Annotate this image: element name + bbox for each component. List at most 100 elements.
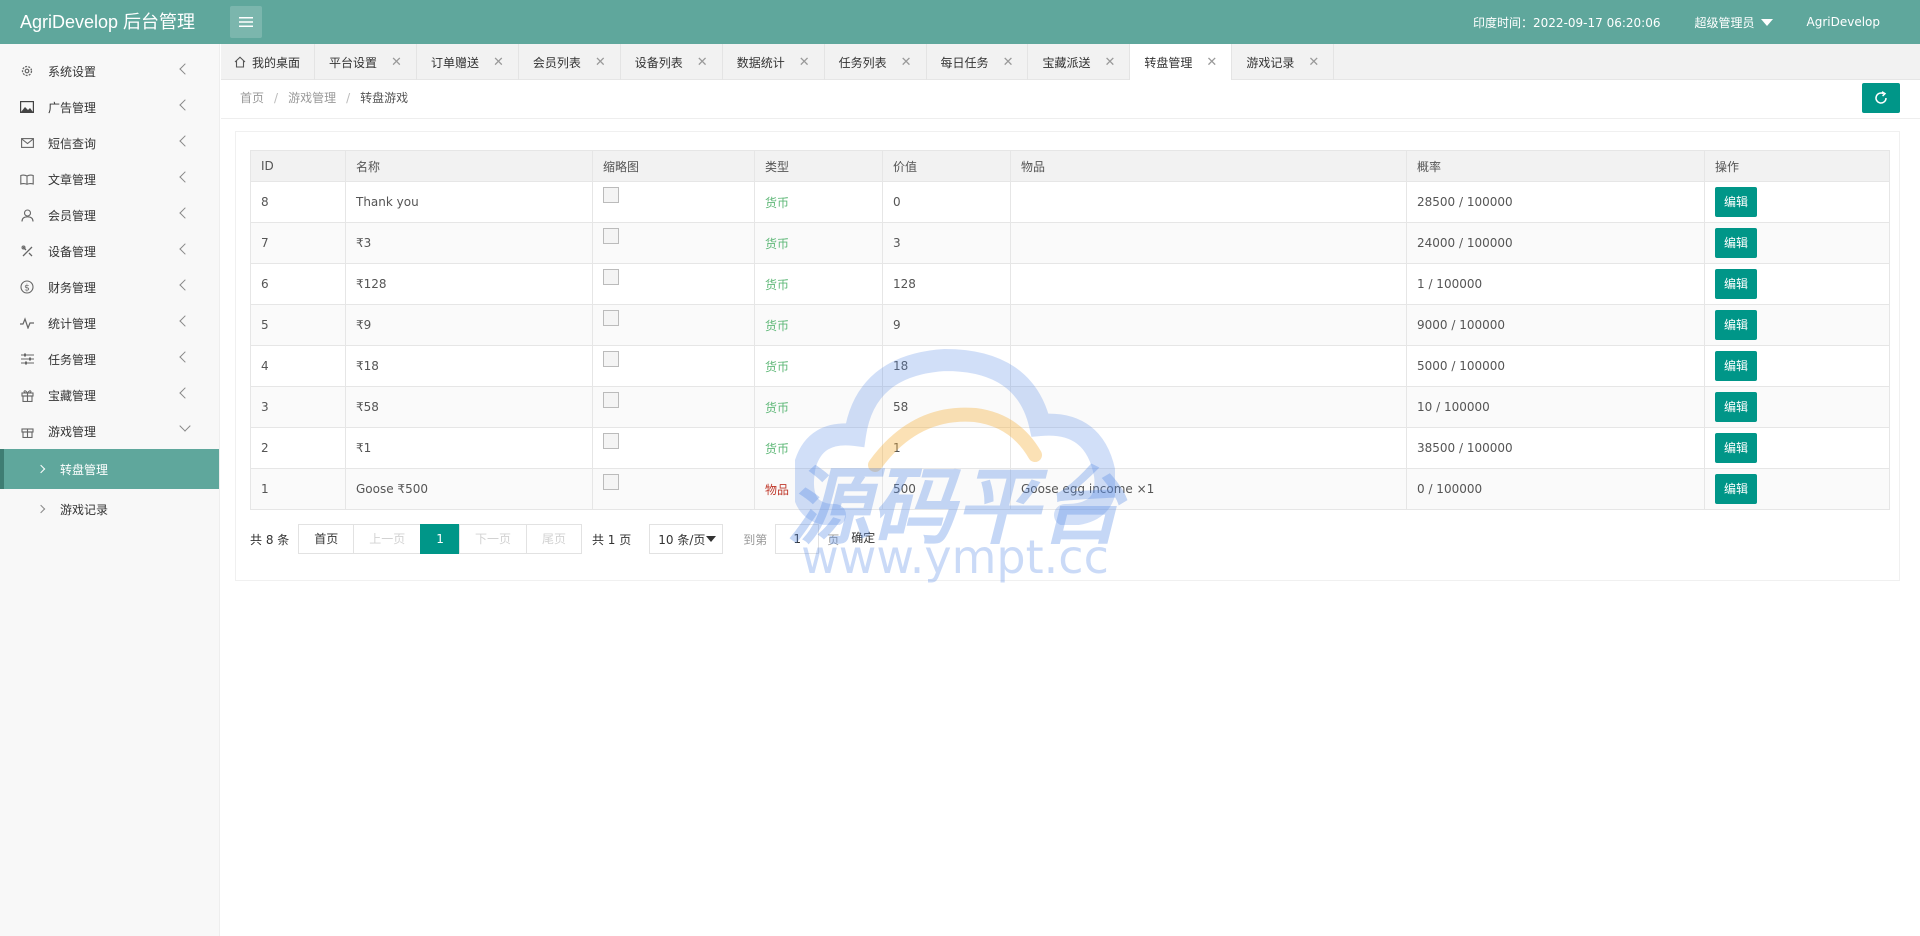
wheel-prize-table: ID 名称 缩略图 类型 价值 物品 概率 操作 8 Thank you 货币 … [250,150,1890,510]
sidebar-item-label: 财务管理 [48,280,97,295]
tab-label: 平台设置 [329,55,378,70]
breadcrumb-separator: / [346,91,351,105]
close-icon[interactable]: ✕ [1104,55,1115,70]
cell-probability: 1 / 100000 [1406,263,1705,305]
sidebar-item-finance[interactable]: $ 财务管理 [0,269,219,305]
site-link[interactable]: AgriDevelop [1807,15,1881,29]
col-probability: 概率 [1406,150,1705,182]
last-page-button[interactable]: 尾页 [525,524,582,554]
sidebar-item-devices[interactable]: 设备管理 [0,233,219,269]
close-icon[interactable]: ✕ [391,55,402,70]
cell-thumb [592,304,755,346]
sidebar-item-members[interactable]: 会员管理 [0,197,219,233]
admin-dropdown[interactable]: 超级管理员 [1694,14,1773,31]
cell-name: ₹128 [345,263,593,305]
sidebar-item-tasks[interactable]: 任务管理 [0,341,219,377]
goto-page-input[interactable]: 1 [775,524,820,554]
breadcrumb-home[interactable]: 首页 [240,91,264,105]
cell-item [1010,427,1407,469]
edit-button[interactable]: 编辑 [1715,474,1758,504]
sidebar-subitem-game-records[interactable]: 游戏记录 [0,489,219,529]
tab-desktop[interactable]: 我的桌面 [221,44,316,80]
top-header: AgriDevelop 后台管理 印度时间：2022-09-17 06:20:0… [0,0,1920,44]
close-icon[interactable]: ✕ [1206,55,1217,70]
cell-type: 货币 [754,222,883,264]
close-icon[interactable]: ✕ [1003,55,1014,70]
refresh-button[interactable] [1862,83,1900,113]
edit-button[interactable]: 编辑 [1715,187,1758,217]
sidebar-subitem-label: 转盘管理 [60,462,109,477]
close-icon[interactable]: ✕ [799,55,810,70]
cell-name: ₹3 [345,222,593,264]
sidebar-item-treasure[interactable]: 宝藏管理 [0,377,219,413]
sidebar-item-system[interactable]: 系统设置 [0,53,219,89]
tab-task-list[interactable]: 任务列表 ✕ [825,44,927,80]
first-page-button[interactable]: 首页 [298,524,355,554]
tab-treasure-dispatch[interactable]: 宝藏派送 ✕ [1028,44,1131,80]
edit-button[interactable]: 编辑 [1715,351,1758,381]
cell-value: 0 [882,181,1011,223]
sidebar-item-label: 游戏管理 [48,424,97,439]
edit-button[interactable]: 编辑 [1715,269,1758,299]
edit-button[interactable]: 编辑 [1715,392,1758,422]
sidebar-item-games[interactable]: 游戏管理 [0,413,219,449]
close-icon[interactable]: ✕ [1308,55,1319,70]
sidebar-item-articles[interactable]: 文章管理 [0,161,219,197]
cell-id: 5 [250,304,346,346]
next-page-button[interactable]: 下一页 [458,524,527,554]
book-icon [20,172,34,186]
page-size-select[interactable]: 10 条/页 [649,524,724,554]
close-icon[interactable]: ✕ [595,55,606,70]
tab-label: 任务列表 [838,55,887,70]
menu-toggle-button[interactable] [230,6,262,38]
edit-button[interactable]: 编辑 [1715,433,1758,463]
sidebar-item-ads[interactable]: 广告管理 [0,89,219,125]
close-icon[interactable]: ✕ [697,55,708,70]
col-id: ID [250,150,346,182]
tab-order-gift[interactable]: 订单赠送 ✕ [417,44,519,80]
sidebar-item-sms[interactable]: 短信查询 [0,125,219,161]
breadcrumb-section[interactable]: 游戏管理 [288,91,336,105]
tools-icon [20,244,34,258]
cell-id: 2 [250,427,346,469]
chevron-right-icon [36,504,46,514]
table-row: 8 Thank you 货币 0 28500 / 100000 编辑 [250,181,1890,223]
edit-button[interactable]: 编辑 [1715,310,1758,340]
col-actions: 操作 [1704,150,1890,182]
cell-actions: 编辑 [1704,386,1890,428]
current-page-button[interactable]: 1 [420,524,460,554]
dollar-icon: $ [20,280,34,294]
sidebar-item-stats[interactable]: 统计管理 [0,305,219,341]
tab-data-stats[interactable]: 数据统计 ✕ [723,44,825,80]
cell-actions: 编辑 [1704,345,1890,387]
cell-id: 4 [250,345,346,387]
broken-image-icon [603,187,619,203]
cell-name: ₹1 [345,427,593,469]
tab-member-list[interactable]: 会员列表 ✕ [519,44,621,80]
cell-actions: 编辑 [1704,222,1890,264]
edit-button[interactable]: 编辑 [1715,228,1758,258]
cell-item [1010,263,1407,305]
chevron-left-icon [179,99,191,111]
col-type: 类型 [754,150,883,182]
cell-probability: 28500 / 100000 [1406,181,1705,223]
close-icon[interactable]: ✕ [493,55,504,70]
close-icon[interactable]: ✕ [901,55,912,70]
prev-page-button[interactable]: 上一页 [353,524,422,554]
tab-wheel-management[interactable]: 转盘管理 ✕ [1130,44,1233,80]
sidebar-item-label: 文章管理 [48,172,97,187]
cell-actions: 编辑 [1704,304,1890,346]
broken-image-icon [603,433,619,449]
cell-value: 58 [882,386,1011,428]
tab-daily-tasks[interactable]: 每日任务 ✕ [927,44,1029,80]
cell-actions: 编辑 [1704,427,1890,469]
app-title: AgriDevelop 后台管理 [20,12,196,32]
table-row: 3 ₹58 货币 58 10 / 100000 编辑 [250,386,1890,428]
tab-game-records[interactable]: 游戏记录 ✕ [1232,44,1335,80]
tab-device-list[interactable]: 设备列表 ✕ [621,44,723,80]
cell-thumb [592,345,755,387]
goto-confirm-button[interactable]: 确定 [849,524,877,554]
sidebar-subitem-wheel[interactable]: 转盘管理 [0,449,219,489]
tab-platform-settings[interactable]: 平台设置 ✕ [315,44,417,80]
cell-thumb [592,427,755,469]
